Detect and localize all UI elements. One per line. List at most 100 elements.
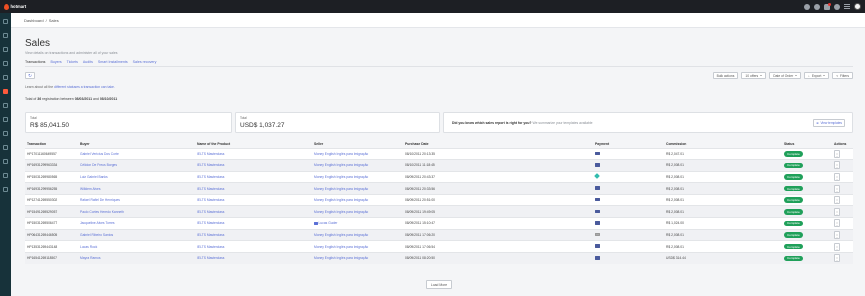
transaction-code[interactable]: HP16931299956255 <box>25 183 78 195</box>
buyer-name[interactable]: Gabriel Ribeiro Santos <box>78 229 195 241</box>
product-name[interactable]: IELTS Masterclass <box>195 194 312 206</box>
seller-name[interactable]: Money English Inglés para Imigração <box>312 252 403 264</box>
home-icon[interactable] <box>3 19 8 24</box>
settings-icon[interactable] <box>814 3 820 10</box>
user-switch-icon[interactable] <box>834 3 840 10</box>
table-row[interactable]: HP15031269506477 Jacqueline Alves Torres… <box>25 217 853 230</box>
buyer-name[interactable]: Gabriel Vericius Dos Corte <box>78 148 195 160</box>
bell-icon[interactable] <box>824 2 831 10</box>
product-name[interactable]: IELTS Masterclass <box>195 160 312 172</box>
load-more-button[interactable]: Load More <box>426 280 452 289</box>
table-row[interactable]: HP16541269118507 Mayra Ramos IELTS Maste… <box>25 252 853 264</box>
product-name[interactable]: IELTS Masterclass <box>195 206 312 218</box>
seller-name[interactable]: Money English Inglés para Imigração <box>312 160 403 172</box>
table-row[interactable]: HP16931299963334 Célidon De Freus Borges… <box>25 159 853 172</box>
row-actions-button[interactable]: ⋮ <box>834 161 840 170</box>
row-actions-button[interactable]: ⋮ <box>834 242 840 251</box>
product-name[interactable]: IELTS Masterclass <box>195 171 312 183</box>
export-button[interactable]: ↓ Export <box>804 72 830 79</box>
refresh-button[interactable]: ↻ <box>25 72 35 79</box>
members-icon[interactable] <box>3 131 8 136</box>
table-row[interactable]: HP13531269443148 Lucas Rock IELTS Master… <box>25 240 853 253</box>
settings-side-icon[interactable] <box>3 187 8 192</box>
transaction-code[interactable]: HP16931299963334 <box>25 160 78 172</box>
transaction-code[interactable]: HP06431269446505 <box>25 229 78 241</box>
buyer-name[interactable]: Luiz Gabriel Banks <box>78 171 195 183</box>
seller-name[interactable]: Money English Inglés para Imigração <box>312 183 403 195</box>
transaction-code[interactable]: HP13531269443148 <box>25 241 78 253</box>
header-commission[interactable]: Commission <box>664 140 782 148</box>
table-row[interactable]: HP06431269446505 Gabriel Ribeiro Santos … <box>25 229 853 241</box>
row-actions-button[interactable]: ⋮ <box>834 230 840 239</box>
sales-icon[interactable] <box>3 89 8 94</box>
payment-method <box>593 229 664 241</box>
messages-icon[interactable] <box>3 145 8 150</box>
apps-icon[interactable] <box>3 159 8 164</box>
bulk-actions-button[interactable]: Bulk actions <box>712 72 739 79</box>
seller-name[interactable]: Lucas Guder <box>312 218 403 230</box>
help-icon[interactable] <box>804 3 810 10</box>
view-templates-button[interactable]: ⊕ View templates <box>813 119 845 127</box>
affiliates-icon[interactable] <box>3 75 8 80</box>
tools-icon[interactable] <box>3 47 8 52</box>
buyer-name[interactable]: Célidon De Freus Borges <box>78 160 195 172</box>
transaction-code[interactable]: HP15031269506477 <box>25 218 78 230</box>
brand-logo[interactable]: hotmart <box>4 3 26 10</box>
product-name[interactable]: IELTS Masterclass <box>195 183 312 195</box>
product-name[interactable]: IELTS Masterclass <box>195 252 312 264</box>
buyer-name[interactable]: Rafael Rafiel De Henriques <box>78 194 195 206</box>
header-purchase-date[interactable]: Purchase Date <box>403 140 593 148</box>
product-name[interactable]: IELTS Masterclass <box>195 241 312 253</box>
product-name[interactable]: IELTS Masterclass <box>195 148 312 160</box>
header-product[interactable]: Name of the Product <box>195 140 312 148</box>
marketplace-icon[interactable] <box>3 61 8 66</box>
header-payment[interactable]: Payment <box>593 140 664 148</box>
row-actions-button[interactable]: ⋮ <box>834 149 840 158</box>
row-actions-button[interactable]: ⋮ <box>834 172 840 181</box>
avatar[interactable] <box>854 3 861 10</box>
header-buyer[interactable]: Buyer <box>78 140 195 148</box>
transaction-code[interactable]: HP17011160649557 <box>25 148 78 160</box>
header-transaction[interactable]: Transaction <box>25 140 78 148</box>
per-page-select[interactable]: 10 offers <box>741 72 767 79</box>
buyer-name[interactable]: Lucas Rock <box>78 241 195 253</box>
product-name[interactable]: IELTS Masterclass <box>195 229 312 241</box>
header-seller[interactable]: Seller <box>312 140 403 148</box>
table-row[interactable]: HP15031269980565 Luiz Gabriel Banks IELT… <box>25 171 853 183</box>
products-icon[interactable] <box>3 33 8 38</box>
table-row[interactable]: HP15491269529057 Paulo Cortes Heredo Kan… <box>25 205 853 218</box>
row-actions-button[interactable]: ⋮ <box>834 196 840 205</box>
transaction-code[interactable]: HP15491269529057 <box>25 206 78 218</box>
seller-name[interactable]: Money English Inglés para Imigração <box>312 241 403 253</box>
apps-grid-icon[interactable] <box>844 3 850 10</box>
seller-name[interactable]: Money English Inglés para Imigração <box>312 194 403 206</box>
buyer-name[interactable]: Paulo Cortes Heredo Kanneth <box>78 206 195 218</box>
buyer-name[interactable]: Jacqueline Alves Torres <box>78 218 195 230</box>
transaction-code[interactable]: HP16541269118507 <box>25 252 78 264</box>
transaction-code[interactable]: HP12741269550302 <box>25 194 78 206</box>
filters-button[interactable]: ▿ Filters <box>832 72 853 79</box>
row-actions-button[interactable]: ⋮ <box>834 219 840 228</box>
seller-name[interactable]: Money English Inglés para Imigração <box>312 206 403 218</box>
transaction-code[interactable]: HP15031269980565 <box>25 171 78 183</box>
table-row[interactable]: HP16931299956255 Willdem Alves IELTS Mas… <box>25 182 853 195</box>
seller-name[interactable]: Money English Inglés para Imigração <box>312 229 403 241</box>
seller-name[interactable]: Money English Inglés para Imigração <box>312 148 403 160</box>
row-actions-button[interactable]: ⋮ <box>834 184 840 193</box>
product-name[interactable]: IELTS Masterclass <box>195 218 312 230</box>
seller-name[interactable]: Money English Inglés para Imigração <box>312 171 403 183</box>
sort-select[interactable]: Date of Order <box>769 72 802 79</box>
header-status[interactable]: Status <box>782 140 832 148</box>
row-actions-button[interactable]: ⋮ <box>834 207 840 216</box>
table-row[interactable]: HP17011160649557 Gabriel Vericius Dos Co… <box>25 148 853 160</box>
status-help-link[interactable]: different statuses a transaction can tak… <box>54 85 115 89</box>
breadcrumb-home[interactable]: Dashboard <box>24 18 44 23</box>
help-center-icon[interactable] <box>3 173 8 178</box>
row-actions-button[interactable]: ⋮ <box>834 254 840 263</box>
reports-icon[interactable] <box>3 103 8 108</box>
buyer-name[interactable]: Mayra Ramos <box>78 252 195 264</box>
table-row[interactable]: HP12741269550302 Rafael Rafiel De Henriq… <box>25 194 853 206</box>
finance-icon[interactable] <box>3 117 8 122</box>
credit-card-icon <box>595 244 600 248</box>
buyer-name[interactable]: Willdem Alves <box>78 183 195 195</box>
